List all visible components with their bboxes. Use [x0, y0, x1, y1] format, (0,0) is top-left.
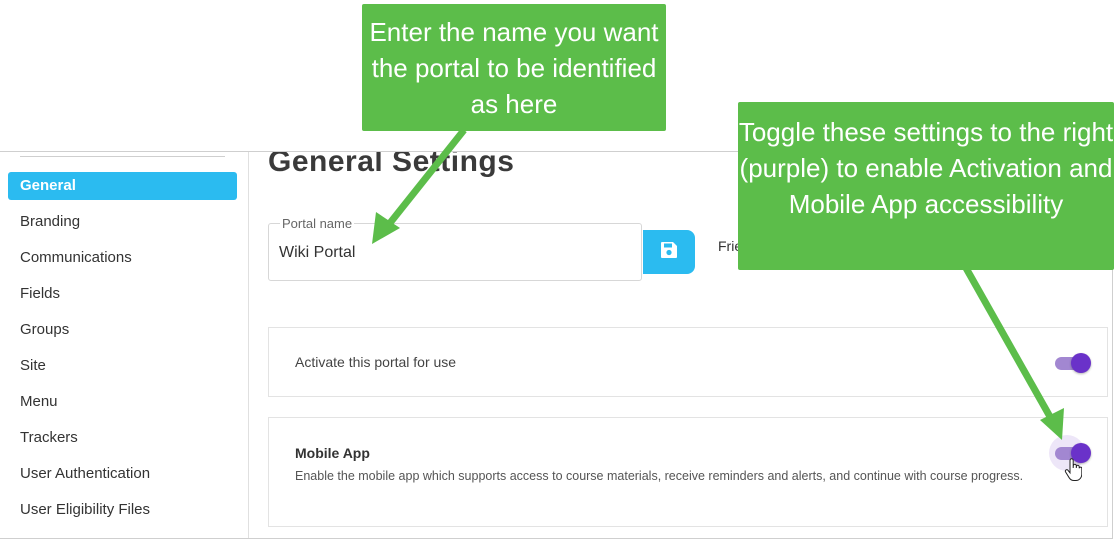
sidebar-item-general[interactable]: General: [8, 172, 237, 200]
sidebar-item-communications[interactable]: Communications: [8, 244, 237, 272]
hand-cursor-icon: [1064, 458, 1083, 482]
sidebar-item-groups[interactable]: Groups: [8, 316, 237, 344]
floppy-disk-icon: [660, 241, 678, 264]
portal-name-field[interactable]: Portal name: [268, 216, 642, 281]
sidebar-item-user-authentication[interactable]: User Authentication: [8, 460, 237, 488]
portal-name-input[interactable]: [279, 244, 619, 262]
activate-toggle[interactable]: [1055, 353, 1091, 373]
sidebar-item-menu[interactable]: Menu: [8, 388, 237, 416]
sidebar: General Branding Communications Fields G…: [0, 152, 249, 538]
sidebar-item-site[interactable]: Site: [8, 352, 237, 380]
sidebar-item-user-eligibility-files[interactable]: User Eligibility Files: [8, 496, 237, 524]
sidebar-item-fields[interactable]: Fields: [8, 280, 237, 308]
mobile-app-card: Mobile App Enable the mobile app which s…: [268, 417, 1108, 527]
sidebar-divider: [20, 156, 225, 157]
annotation-callout-portal-name: Enter the name you want the portal to be…: [362, 4, 666, 131]
mobile-app-title: Mobile App: [295, 445, 370, 461]
toggle-knob: [1071, 353, 1091, 373]
annotation-callout-toggles: Toggle these settings to the right (purp…: [738, 102, 1114, 270]
mobile-app-description: Enable the mobile app which supports acc…: [295, 469, 1024, 483]
portal-name-label: Portal name: [280, 216, 355, 231]
activate-card: Activate this portal for use: [268, 327, 1108, 397]
save-button[interactable]: [643, 230, 695, 274]
sidebar-item-branding[interactable]: Branding: [8, 208, 237, 236]
activate-label: Activate this portal for use: [295, 354, 457, 370]
sidebar-item-trackers[interactable]: Trackers: [8, 424, 237, 452]
page-title: General Settings: [268, 151, 515, 178]
